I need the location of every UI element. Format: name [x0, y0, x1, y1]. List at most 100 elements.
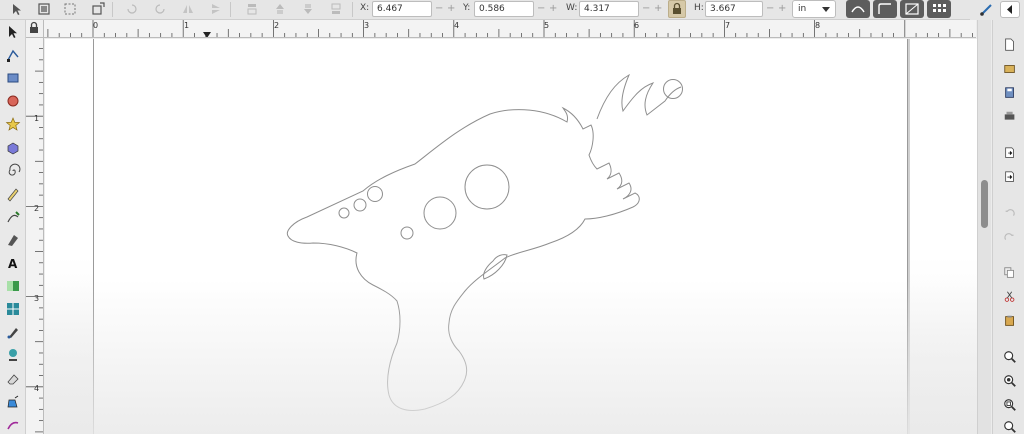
scale-corners-button[interactable]	[873, 0, 897, 18]
h-label: H:	[694, 3, 704, 13]
paste-icon[interactable]	[1003, 314, 1017, 328]
new-document-icon[interactable]	[1003, 38, 1017, 52]
y-label: Y:	[463, 3, 471, 13]
vertical-ruler[interactable]: 1 2 3 4	[26, 38, 44, 434]
undo-icon[interactable]	[1003, 206, 1017, 220]
select-all-icon[interactable]	[8, 1, 24, 17]
y-input[interactable]: 0.586	[474, 1, 534, 17]
x-input[interactable]: 6.467	[372, 1, 432, 17]
unit-select[interactable]: in	[792, 0, 836, 18]
h-ruler-number: 2	[274, 21, 280, 30]
print-icon[interactable]	[1003, 110, 1017, 124]
eraser-tool-icon[interactable]	[5, 371, 21, 387]
gradient-tool-icon[interactable]	[5, 278, 21, 294]
lower-icon[interactable]	[300, 1, 316, 17]
move-gradients-icon	[905, 3, 919, 15]
drawing-canvas[interactable]	[45, 39, 977, 434]
rect-tool-icon[interactable]	[5, 70, 21, 86]
save-icon[interactable]	[1003, 86, 1017, 100]
scale-stroke-button[interactable]	[846, 0, 870, 18]
deselect-icon[interactable]	[62, 1, 78, 17]
commands-overflow-button[interactable]	[1000, 1, 1020, 18]
open-icon[interactable]	[1003, 62, 1017, 76]
h-ruler-number: 4	[454, 21, 460, 30]
ray-gun-porthole-tiny	[400, 226, 414, 240]
scale-corners-icon	[878, 3, 891, 14]
flip-horizontal-icon[interactable]	[180, 1, 196, 17]
redo-icon[interactable]	[1003, 230, 1017, 244]
rotate-ccw-icon[interactable]	[124, 1, 140, 17]
x-label: X:	[360, 3, 370, 13]
v-ruler-number: 4	[34, 384, 40, 393]
mesh-tool-icon[interactable]	[5, 301, 21, 317]
y-increment-button[interactable]: +	[549, 3, 557, 15]
ray-gun-porthole-tiny	[338, 207, 350, 219]
snap-icon[interactable]	[978, 2, 994, 18]
calligraphy-tool-icon[interactable]	[5, 232, 21, 248]
star-tool-icon[interactable]	[5, 116, 21, 132]
top-right-controls	[970, 0, 1024, 20]
select-in-all-layers-icon[interactable]	[36, 1, 52, 17]
y-decrement-button[interactable]: −	[537, 3, 545, 15]
circle-tool-icon[interactable]	[5, 93, 21, 109]
lower-to-bottom-icon[interactable]	[328, 1, 344, 17]
copy-icon[interactable]	[1003, 266, 1017, 280]
scale-stroke-icon	[851, 6, 865, 13]
tweak-tool-icon[interactable]	[5, 417, 21, 433]
raise-to-top-icon[interactable]	[244, 1, 260, 17]
rotate-cw-icon[interactable]	[152, 1, 168, 17]
lock-ratio-button[interactable]	[668, 0, 686, 18]
dropper-tool-icon[interactable]	[5, 324, 21, 340]
h-ruler-number: 1	[184, 21, 190, 30]
zoom-width-icon[interactable]	[1003, 420, 1017, 434]
h-increment-button[interactable]: +	[778, 3, 786, 15]
spray-tool-icon[interactable]	[5, 347, 21, 363]
horizontal-ruler[interactable]: 0 1 2 3 4 5 6 7 8	[44, 20, 976, 38]
ray-gun-trigger-window	[483, 254, 508, 280]
move-patterns-button[interactable]	[927, 0, 951, 18]
h-ruler-number: 8	[815, 21, 821, 30]
zoom-drawing-icon[interactable]	[1003, 374, 1017, 388]
vertical-scrollbar[interactable]	[977, 20, 991, 434]
h-input[interactable]: 3.667	[705, 1, 763, 17]
spiral-tool-icon[interactable]	[5, 163, 21, 179]
chevron-left-icon	[1007, 5, 1012, 14]
text-tool-icon[interactable]: A	[5, 255, 21, 271]
x-decrement-button[interactable]: −	[435, 3, 443, 15]
3dbox-tool-icon[interactable]	[5, 140, 21, 156]
h-decrement-button[interactable]: −	[766, 3, 774, 15]
svg-text:A: A	[8, 257, 18, 271]
w-increment-button[interactable]: +	[654, 3, 662, 15]
move-gradients-button[interactable]	[900, 0, 924, 18]
lock-icon	[673, 2, 681, 14]
pen-tool-icon[interactable]	[5, 209, 21, 225]
ray-gun-porthole-small	[353, 198, 367, 212]
v-ruler-number: 2	[34, 204, 40, 213]
ray-gun-porthole-small	[367, 186, 383, 202]
zoom-selection-icon[interactable]	[1003, 350, 1017, 364]
x-increment-button[interactable]: +	[447, 3, 455, 15]
ray-gun-porthole-large	[464, 164, 510, 210]
transform-handles-icon[interactable]	[90, 1, 106, 17]
import-icon[interactable]	[1003, 146, 1017, 160]
ruler-corner	[26, 20, 44, 38]
v-ruler-number: 1	[34, 114, 40, 123]
w-decrement-button[interactable]: −	[642, 3, 650, 15]
node-tool-icon[interactable]	[5, 47, 21, 63]
cut-icon[interactable]	[1003, 290, 1017, 304]
toolbox: A	[0, 20, 26, 434]
vertical-scrollbar-thumb[interactable]	[981, 180, 988, 228]
raise-icon[interactable]	[272, 1, 288, 17]
lock-guides-icon[interactable]	[26, 20, 42, 36]
ray-gun-drawing[interactable]	[45, 39, 977, 434]
bucket-tool-icon[interactable]	[5, 394, 21, 410]
select-tool-icon[interactable]	[5, 24, 21, 40]
h-ruler-number: 3	[364, 21, 370, 30]
pencil-tool-icon[interactable]	[5, 186, 21, 202]
export-icon[interactable]	[1003, 170, 1017, 184]
commands-bar	[992, 20, 1024, 434]
chevron-down-icon	[822, 7, 830, 12]
w-input[interactable]: 4.317	[579, 1, 639, 17]
zoom-page-icon[interactable]	[1003, 398, 1017, 412]
flip-vertical-icon[interactable]	[208, 1, 224, 17]
